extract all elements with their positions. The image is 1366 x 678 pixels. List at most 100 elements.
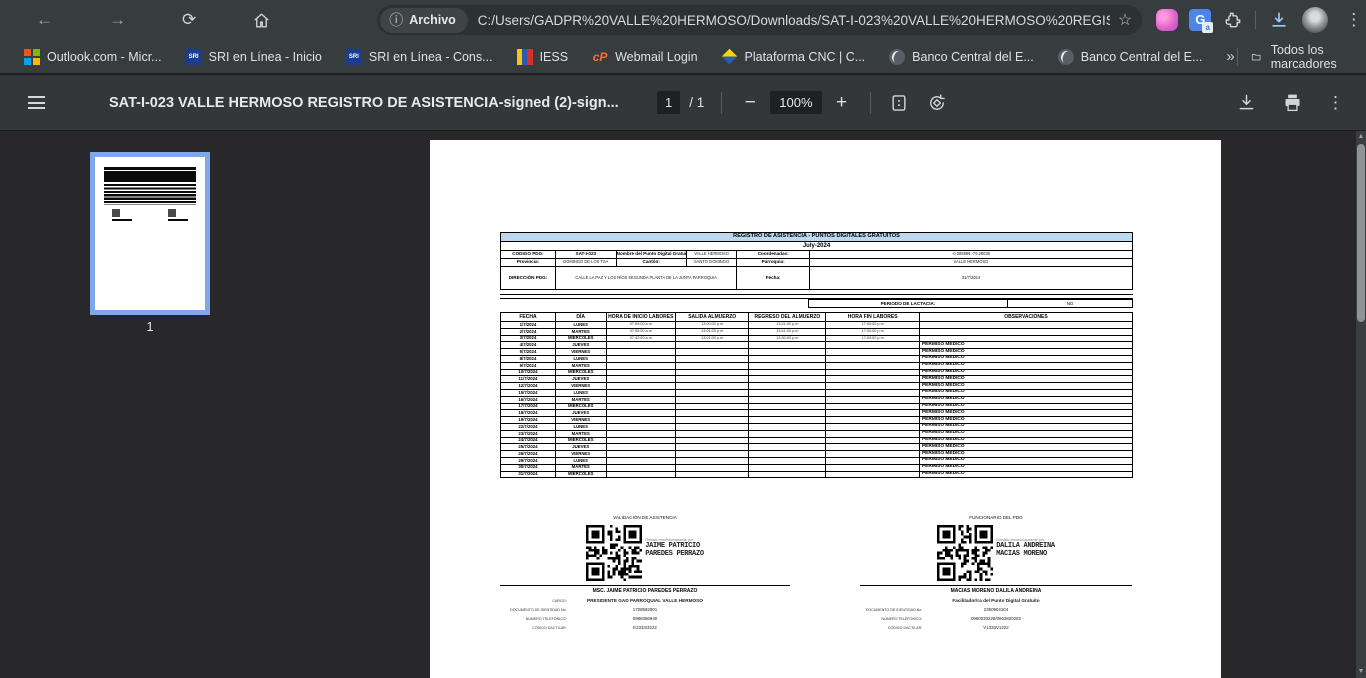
- extensions-puzzle-icon[interactable]: [1222, 9, 1244, 31]
- vertical-scrollbar[interactable]: ▲ ▼: [1356, 131, 1366, 678]
- bookmark-label: Webmail Login: [615, 50, 697, 64]
- attendance-row: 22/7/2024LUNESPERMISO MÉDICO: [501, 423, 1133, 430]
- sri-icon: SRI: [346, 49, 362, 65]
- print-icon[interactable]: [1281, 92, 1303, 114]
- attendance-row: 29/7/2024LUNESPERMISO MÉDICO: [501, 457, 1133, 464]
- all-bookmarks-button[interactable]: Todos los marcadores: [1251, 43, 1350, 71]
- translate-icon[interactable]: G: [1189, 9, 1211, 31]
- parroquia-value: VALLE HERMOSO: [810, 259, 1133, 267]
- fecha-label: Fecha:: [737, 267, 810, 290]
- rotate-icon[interactable]: [926, 92, 948, 114]
- attendance-row: 24/7/2024MIÉRCOLESPERMISO MÉDICO: [501, 437, 1133, 444]
- signature-detail-row: DOCUMENTO DE IDENTIDAD No:2350904104: [860, 605, 1132, 614]
- browser-menu-icon[interactable]: ⋮: [1339, 10, 1366, 30]
- toolbar-divider: [721, 92, 722, 114]
- bookmark-label: Plataforma CNC | C...: [745, 50, 866, 64]
- download-icon[interactable]: [1235, 92, 1257, 114]
- document-viewport: REGISTRO DE ASISTENCIA - PUNTOS DIGITALE…: [300, 131, 1366, 678]
- canton-label: Cantón:: [616, 259, 686, 267]
- provincia-value: DOMINGO DE LOS TSA: [555, 259, 616, 267]
- coordenadas-value: -0.085999,-79.28035: [810, 251, 1133, 259]
- attendance-row: 1/7/2024LUNES07:59:00 a.m13:00:00 p.m13:…: [501, 322, 1133, 329]
- attendance-row: 19/7/2024VIERNESPERMISO MÉDICO: [501, 417, 1133, 424]
- attendance-row: 16/7/2024MARTESPERMISO MÉDICO: [501, 396, 1133, 403]
- scrollbar-thumb[interactable]: [1357, 144, 1365, 322]
- page-count: / 1: [689, 95, 704, 110]
- attendance-row: 26/7/2024VIERNESPERMISO MÉDICO: [501, 451, 1133, 458]
- bookmark-label: SRI en Línea - Cons...: [369, 50, 493, 64]
- bookmark-star-icon[interactable]: ☆: [1118, 10, 1132, 30]
- attendance-row: 25/7/2024JUEVESPERMISO MÉDICO: [501, 444, 1133, 451]
- coordenadas-label: Coordenadas:: [737, 251, 810, 259]
- bookmark-bce-2[interactable]: Banco Central del E...: [1058, 49, 1203, 65]
- attendance-row: 2/7/2024MARTES07:55:00 a.m13:01:00 p.m13…: [501, 328, 1133, 335]
- page-number-input[interactable]: 1: [657, 91, 680, 114]
- fit-page-icon[interactable]: [888, 92, 910, 114]
- scroll-down-icon[interactable]: ▼: [1356, 666, 1366, 678]
- attendance-row: 31/7/2024MIÉRCOLESPERMISO MÉDICO: [501, 471, 1133, 478]
- globe-icon: [889, 49, 905, 65]
- codigo-value: SAT-I-023: [555, 251, 616, 259]
- pdf-viewer-area: 1 REGISTRO DE ASISTENCIA - PUNTOS DIGITA…: [0, 131, 1366, 678]
- bookmark-cnc[interactable]: Plataforma CNC | C...: [722, 49, 866, 65]
- signer-full-name: MACIAS MORENO DALILA ANDREINA: [860, 588, 1132, 594]
- zoom-out-button[interactable]: −: [739, 92, 761, 114]
- document-month: July-2024: [501, 242, 1133, 251]
- attendance-row: 18/7/2024JUEVESPERMISO MÉDICO: [501, 410, 1133, 417]
- address-bar[interactable]: ⓘ Archivo C:/Users/GADPR%20VALLE%20HERMO…: [377, 5, 1142, 35]
- pdf-page: REGISTRO DE ASISTENCIA - PUNTOS DIGITALE…: [430, 140, 1221, 678]
- bookmarks-overflow-icon[interactable]: »: [1226, 48, 1234, 65]
- signature-details: CARGO:PRESIDENTE GAD PARROQUIAL VALLE HE…: [500, 596, 790, 632]
- fecha-value: 31/7/2024: [810, 267, 1133, 290]
- bookmark-bce-1[interactable]: Banco Central del E...: [889, 49, 1034, 65]
- browser-toolbar: ← → ⟳ ⓘ Archivo C:/Users/GADPR%20VALLE%2…: [0, 0, 1366, 40]
- cnc-icon: [722, 49, 738, 65]
- nombre-value: VALLE HERMOSO: [686, 251, 737, 259]
- signature-section-label: FUNCIONARIO DEL PDG: [860, 515, 1132, 520]
- stamp-name: JAIME PATRICIO PAREDES PERRAZO: [645, 542, 704, 559]
- extension-icon[interactable]: [1156, 9, 1178, 31]
- back-icon[interactable]: ←: [36, 8, 53, 32]
- attendance-document: REGISTRO DE ASISTENCIA - PUNTOS DIGITALE…: [500, 232, 1133, 478]
- qr-code: [937, 525, 993, 581]
- file-scheme-chip[interactable]: ⓘ Archivo: [380, 8, 468, 33]
- bookmark-outlook[interactable]: Outlook.com - Micr...: [24, 49, 162, 65]
- attendance-row: 8/7/2024LUNESPERMISO MÉDICO: [501, 355, 1133, 362]
- bookmark-webmail[interactable]: cP Webmail Login: [592, 49, 697, 65]
- reload-icon[interactable]: ⟳: [182, 8, 196, 32]
- scheme-label: Archivo: [409, 13, 456, 27]
- bookmark-iess[interactable]: IESS: [517, 49, 569, 65]
- attendance-row: 30/7/2024MARTESPERMISO MÉDICO: [501, 464, 1133, 471]
- downloads-icon[interactable]: [1267, 8, 1291, 32]
- page-thumbnail[interactable]: [90, 152, 210, 315]
- bookmark-sri-consultas[interactable]: SRI SRI en Línea - Cons...: [346, 49, 493, 65]
- microsoft-icon: [24, 49, 40, 65]
- toolbar-divider: [1255, 11, 1256, 29]
- document-title: REGISTRO DE ASISTENCIA - PUNTOS DIGITALE…: [501, 233, 1133, 242]
- signature-detail-row: CARGO:PRESIDENTE GAD PARROQUIAL VALLE HE…: [500, 596, 790, 605]
- signature-detail-row: CÓDIGO DACTILAR:V1333V1222: [860, 623, 1132, 632]
- scroll-up-icon[interactable]: ▲: [1356, 131, 1366, 143]
- forward-icon[interactable]: →: [109, 8, 126, 32]
- bookmark-sri-inicio[interactable]: SRI SRI en Línea - Inicio: [186, 49, 322, 65]
- zoom-level: 100%: [770, 91, 821, 114]
- pdf-more-options-icon[interactable]: ⋮: [1327, 93, 1344, 113]
- zoom-in-button[interactable]: +: [831, 92, 853, 114]
- bookmark-label: Outlook.com - Micr...: [47, 50, 162, 64]
- profile-avatar[interactable]: [1302, 7, 1328, 33]
- signature-detail-row: CÓDIGO DACTILAR:E2333I3222: [500, 623, 790, 632]
- bookmark-label: IESS: [540, 50, 569, 64]
- pdf-menu-icon[interactable]: [28, 96, 45, 109]
- bookmark-label: SRI en Línea - Inicio: [209, 50, 322, 64]
- signature-detail-row: NÚMERO TELEFÓNICO:0960030228/0963820282: [860, 614, 1132, 623]
- signature-line: [500, 585, 790, 586]
- attendance-row: 11/7/2024JUEVESPERMISO MÉDICO: [501, 376, 1133, 383]
- home-icon[interactable]: [252, 8, 271, 32]
- signature-section-label: VALIDACIÓN DE ASISTENCIA: [500, 515, 790, 520]
- info-icon: ⓘ: [389, 10, 403, 30]
- attendance-row: 23/7/2024MARTESPERMISO MÉDICO: [501, 430, 1133, 437]
- bookmark-label: Banco Central del E...: [912, 50, 1034, 64]
- signature-details: Facilitador/ra del Punto Digital Gratuit…: [860, 596, 1132, 632]
- globe-icon: [1058, 49, 1074, 65]
- thumbnail-preview: [104, 167, 196, 221]
